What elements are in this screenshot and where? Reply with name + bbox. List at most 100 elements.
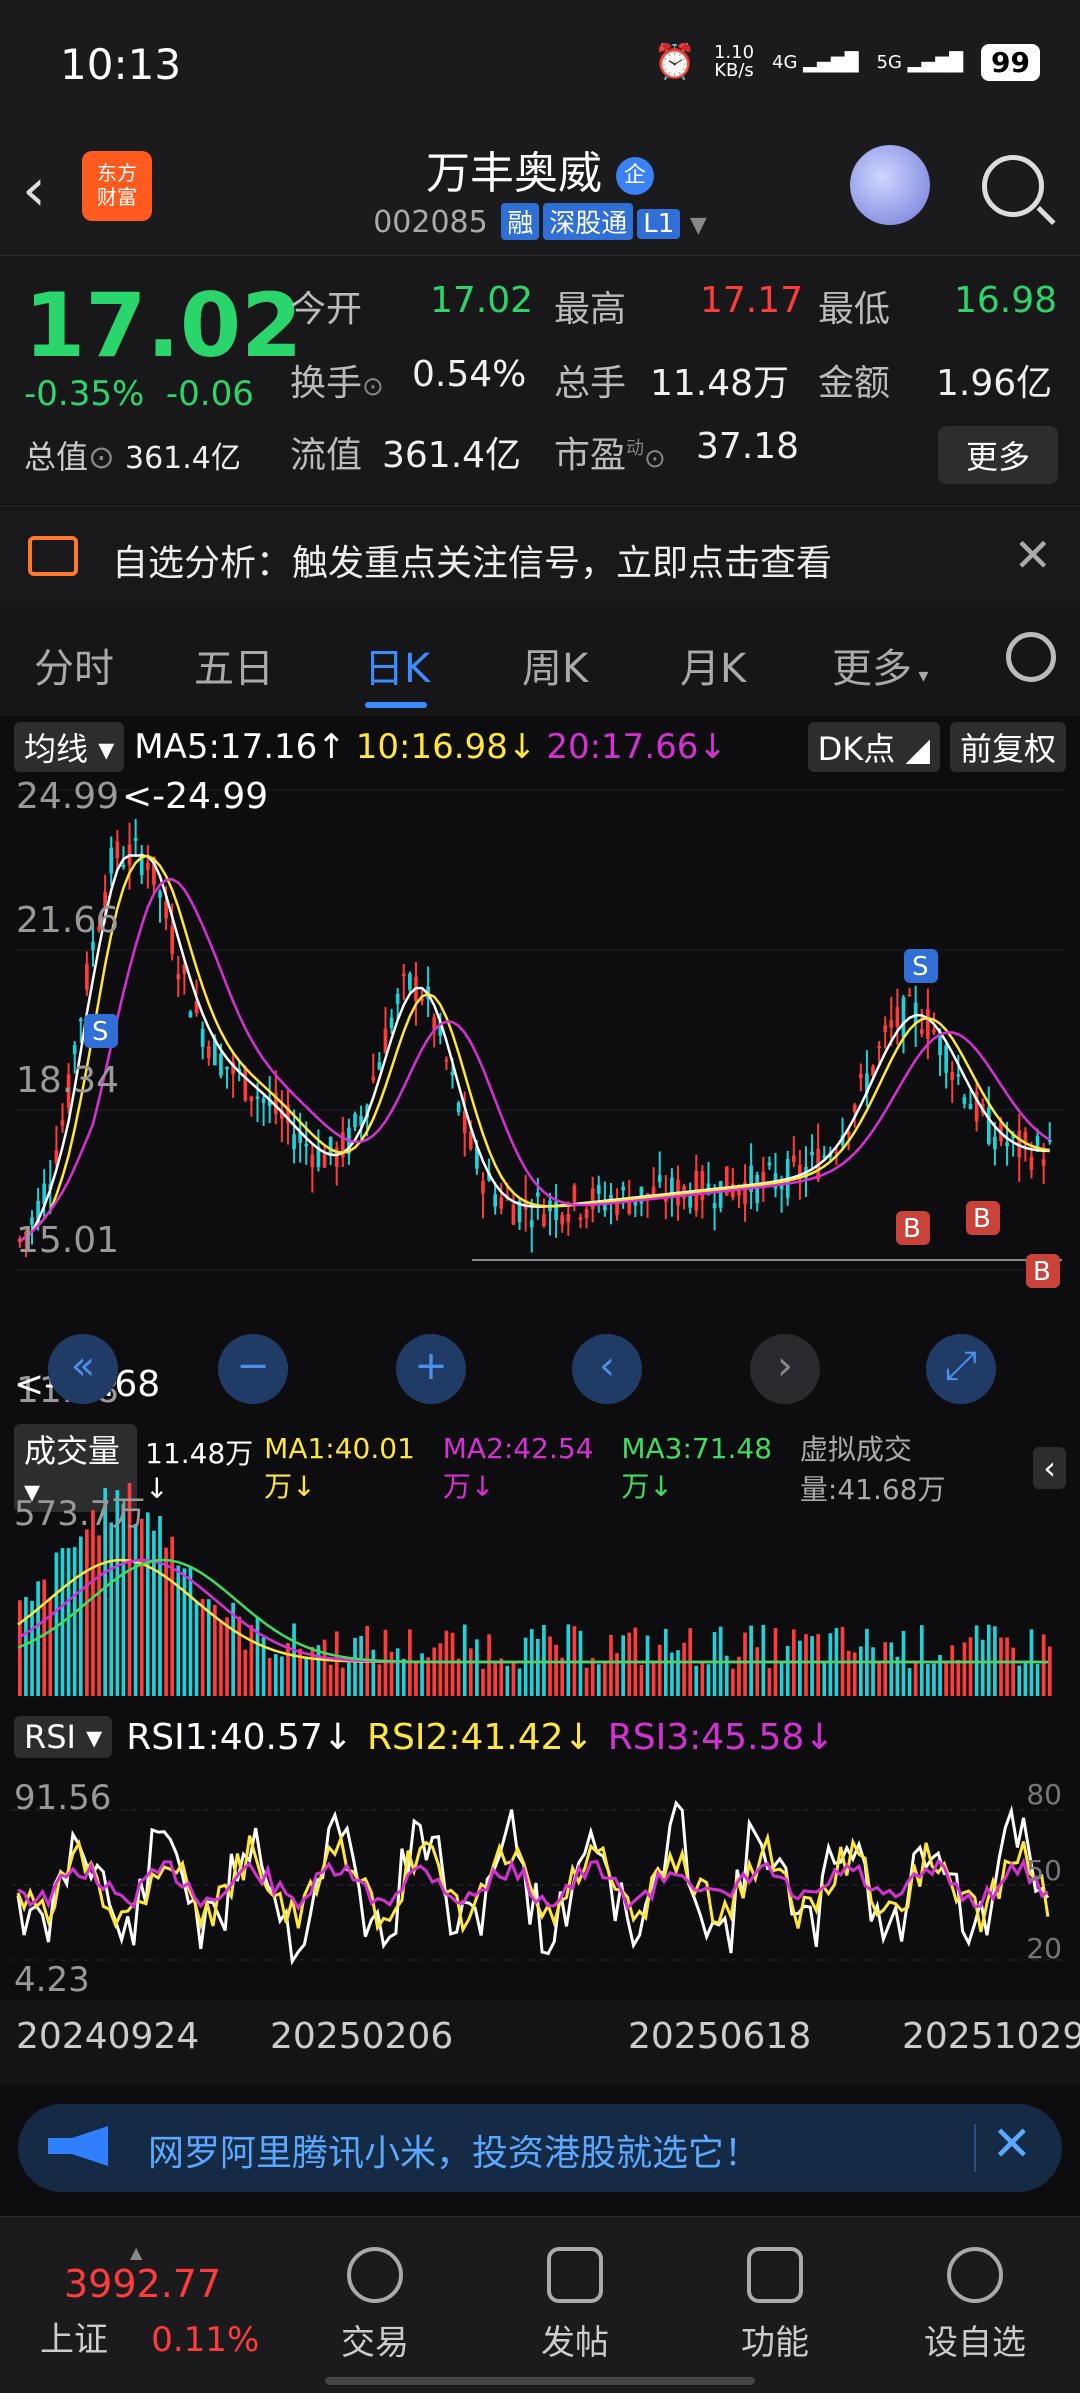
ad-divider: [974, 2124, 976, 2172]
more-button[interactable]: 更多: [937, 426, 1058, 484]
stock-code: 002085: [373, 205, 488, 240]
status-bar: 10:13 ⏰ 1.10 KB/s 4G ▂▄▆█ 5G ▂▄▆█ 99: [0, 0, 1080, 125]
ma20-value: 20:17.66↓: [546, 727, 727, 767]
rsi-y-top: 91.56: [14, 1778, 112, 1818]
volume-chart: [17, 1483, 1052, 1696]
high-field: 最高: [554, 289, 627, 330]
adjust-button[interactable]: 前复权: [949, 722, 1066, 772]
speaker-icon: [28, 536, 78, 576]
enterprise-badge: 企: [616, 157, 654, 195]
battery-icon: 99: [981, 43, 1040, 81]
nav-trade[interactable]: 交易: [300, 2247, 450, 2364]
stock-header: ‹ 东方 财富 万丰奥威 企 002085 融深股通 L1 ▼: [0, 125, 1080, 256]
total-value[interactable]: 总值⊙ 361.4亿: [24, 432, 241, 478]
volume-value: 11.48万: [650, 363, 790, 404]
tag-connect: 深股通: [543, 203, 634, 240]
nav-functions[interactable]: 功能: [700, 2247, 850, 2364]
rsi3-value: RSI3:45.58↓: [607, 1716, 835, 1758]
max-price-mark: <-24.99: [122, 776, 269, 817]
rsi2-value: RSI2:41.42↓: [366, 1716, 594, 1758]
gear-icon[interactable]: [1006, 632, 1056, 682]
date-label: 20251029: [902, 2016, 1080, 2057]
svg-text:B: B: [1033, 1257, 1051, 1287]
robot-assistant-icon[interactable]: [850, 145, 930, 225]
turnover-field[interactable]: 换手⊙: [290, 354, 384, 406]
current-price: 17.02: [24, 274, 303, 377]
volume-y-label: 573.7万: [14, 1494, 146, 1534]
tab-monthly-k[interactable]: 月K: [680, 636, 746, 694]
open-value: 17.02: [430, 280, 534, 321]
megaphone-icon: [48, 2126, 108, 2166]
y-label-2: 21.66: [16, 900, 120, 941]
ma-selector[interactable]: 均线 ▾: [14, 722, 125, 772]
nav-add-watchlist[interactable]: 设自选: [900, 2247, 1050, 2364]
low-field: 最低: [818, 289, 891, 330]
chevron-down-icon[interactable]: ▼: [690, 213, 707, 238]
ma-indicator-bar: 均线 ▾ MA5:17.16↑ 10:16.98↓ 20:17.66↓ DK点 …: [14, 722, 1066, 772]
turnover-value: 0.54%: [412, 354, 527, 395]
index-name: 上证: [40, 2320, 108, 2360]
date-label: 20250206: [270, 2016, 454, 2057]
home-indicator: [325, 2377, 755, 2385]
y-label-top: 24.99: [16, 776, 120, 817]
float-value: 361.4亿: [382, 435, 522, 476]
net-speed: 1.10 KB/s: [713, 42, 755, 81]
zoom-out-icon[interactable]: −: [218, 1334, 288, 1404]
zoom-in-icon[interactable]: +: [396, 1334, 466, 1404]
rsi-level-20: 20: [1026, 1932, 1062, 1965]
fullscreen-icon[interactable]: ⤢: [926, 1334, 996, 1404]
rsi-chart: [12, 1800, 1068, 1966]
tab-daily-k[interactable]: 日K: [364, 636, 430, 694]
price-change: -0.35% -0.06: [24, 374, 254, 414]
prev-icon[interactable]: ‹: [572, 1334, 642, 1404]
rsi-selector[interactable]: RSI ▾: [14, 1716, 113, 1758]
rsi-y-bottom: 4.23: [14, 1960, 90, 2000]
tab-intraday[interactable]: 分时: [34, 636, 114, 694]
tag-margin: 融: [501, 203, 540, 240]
pe-field[interactable]: 市盈动⊙: [554, 426, 666, 478]
tab-five-day[interactable]: 五日: [194, 636, 274, 694]
quote-panel: 17.02 -0.35% -0.06 总值⊙ 361.4亿 今开 17.02 最…: [0, 256, 1080, 504]
close-icon[interactable]: ✕: [992, 2116, 1032, 2172]
svg-text:B: B: [903, 1214, 921, 1244]
open-field: 今开: [290, 289, 363, 330]
y-label-3: 18.34: [16, 1060, 120, 1101]
kline-chart[interactable]: SSSBBB: [12, 780, 1068, 1400]
svg-text:B: B: [973, 1204, 991, 1234]
tab-weekly-k[interactable]: 周K: [522, 636, 588, 694]
active-tab-indicator: [365, 702, 427, 708]
grid-icon: [747, 2247, 803, 2303]
svg-text:S: S: [912, 952, 929, 982]
rewind-icon[interactable]: «: [48, 1334, 118, 1404]
date-axis: 20240924 20250206 20250618 20251029: [0, 2000, 1080, 2084]
close-icon[interactable]: ✕: [1013, 528, 1052, 582]
trade-icon: [347, 2247, 403, 2303]
dk-point-button[interactable]: DK点 ◢: [807, 722, 940, 772]
svg-text:S: S: [92, 1017, 109, 1047]
ad-text: 网罗阿里腾讯小米，投资港股就选它！: [148, 2133, 761, 2174]
low-value: 16.98: [954, 280, 1058, 321]
tab-more[interactable]: 更多 ▾: [832, 636, 928, 694]
pe-value: 37.18: [696, 426, 800, 467]
index-value: 3992.77: [64, 2262, 222, 2306]
volume-field: 总手: [554, 363, 627, 404]
more-dots-icon: [947, 2247, 1003, 2303]
next-icon[interactable]: ›: [750, 1334, 820, 1404]
edit-icon: [547, 2247, 603, 2303]
index-ticker[interactable]: ▲ 3992.77 上证 0.11%: [40, 2243, 270, 2361]
ma5-value: MA5:17.16↑: [134, 727, 346, 767]
ma10-value: 10:16.98↓: [355, 727, 537, 767]
amount-field: 金额: [818, 363, 891, 404]
ad-banner[interactable]: 网罗阿里腾讯小米，投资港股就选它！ ✕: [18, 2104, 1062, 2192]
status-time: 10:13: [60, 40, 182, 89]
period-tabs: 分时 五日 日K 周K 月K 更多 ▾: [0, 606, 1080, 716]
tag-level: L1: [637, 209, 681, 239]
search-icon[interactable]: [982, 155, 1044, 217]
y-label-4: 15.01: [16, 1220, 120, 1261]
float-field: 流值: [290, 435, 363, 476]
rsi-level-50: 50: [1026, 1854, 1062, 1887]
nav-post[interactable]: 发帖: [500, 2247, 650, 2364]
notice-text: 自选分析：触发重点关注信号，立即点击查看: [112, 543, 833, 584]
analysis-notice[interactable]: 自选分析：触发重点关注信号，立即点击查看 ✕: [0, 505, 1080, 607]
high-value: 17.17: [700, 280, 804, 321]
